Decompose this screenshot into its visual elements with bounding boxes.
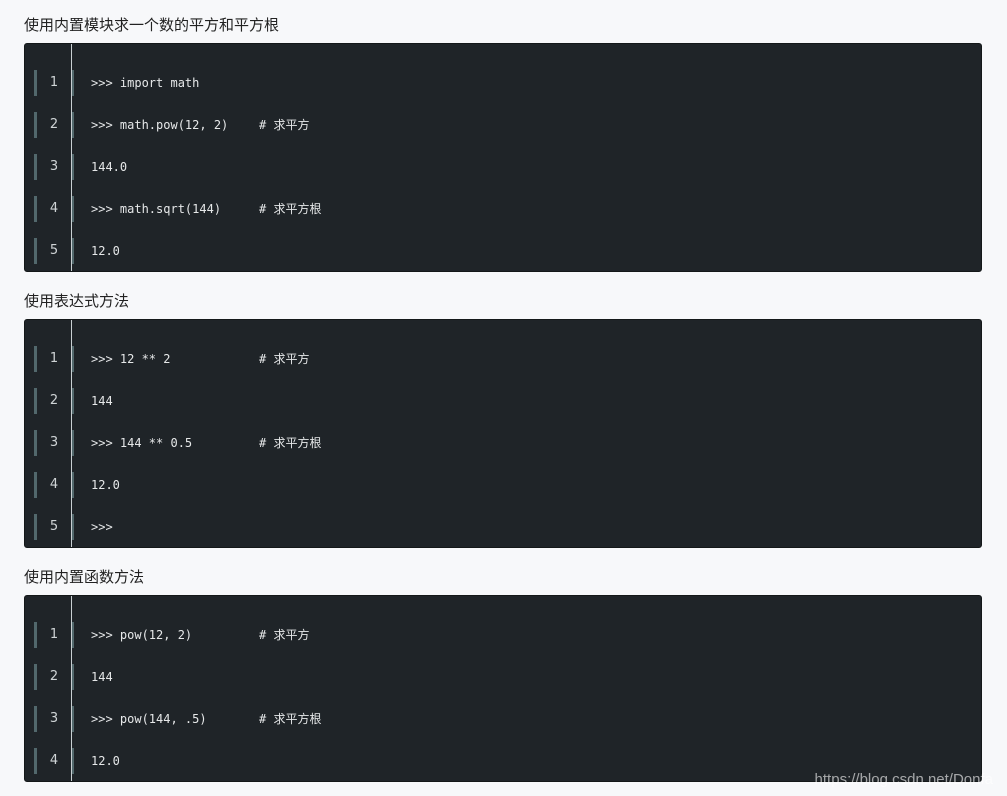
gutter-bar bbox=[72, 70, 74, 96]
code-comment: # 求平方 bbox=[259, 628, 310, 642]
code-text: >>> 144 ** 0.5 bbox=[91, 436, 193, 450]
gutter-bar bbox=[34, 196, 37, 222]
code-text: 144 bbox=[91, 394, 113, 408]
gutter-bar bbox=[72, 196, 74, 222]
code-text: >>> math.pow(12, 2) bbox=[91, 118, 229, 132]
gutter-bar bbox=[34, 388, 37, 414]
section-title-expression: 使用表达式方法 bbox=[24, 292, 130, 310]
gutter-bar bbox=[72, 430, 74, 456]
code-comment: # 求平方 bbox=[259, 118, 310, 132]
section-title-builtin-function: 使用内置函数方法 bbox=[24, 568, 145, 586]
code-comment: # 求平方根 bbox=[259, 712, 322, 726]
gutter-bar bbox=[34, 664, 37, 690]
code-line: 1 >>> import math bbox=[25, 70, 981, 96]
code-line: 3 >>> pow(144, .5) # 求平方根 bbox=[25, 706, 981, 732]
line-number: 4 bbox=[49, 201, 59, 216]
code-block-builtin-module: 1 >>> import math 2 >>> math.pow(12, 2) … bbox=[24, 43, 982, 272]
line-number: 3 bbox=[49, 159, 59, 174]
code-line: 2 144 bbox=[25, 664, 981, 690]
line-number: 1 bbox=[49, 351, 59, 366]
gutter-bar bbox=[72, 112, 74, 138]
line-number: 5 bbox=[49, 519, 59, 534]
gutter-bar bbox=[34, 622, 37, 648]
section-title-builtin-module: 使用内置模块求一个数的平方和平方根 bbox=[24, 16, 280, 34]
line-number: 3 bbox=[49, 711, 59, 726]
code-comment: # 求平方 bbox=[259, 352, 310, 366]
code-line: 1 >>> pow(12, 2) # 求平方 bbox=[25, 622, 981, 648]
code-text: 12.0 bbox=[91, 478, 120, 492]
code-comment: # 求平方根 bbox=[259, 436, 322, 450]
line-number: 2 bbox=[49, 117, 59, 132]
line-number: 4 bbox=[49, 477, 59, 492]
gutter-bar bbox=[34, 472, 37, 498]
gutter-bar bbox=[72, 238, 74, 264]
code-block-expression: 1 >>> 12 ** 2 # 求平方 2 144 3 >>> 144 ** 0… bbox=[24, 319, 982, 548]
line-number: 2 bbox=[49, 669, 59, 684]
code-text: >>> pow(144, .5) bbox=[91, 712, 207, 726]
code-line: 2 144 bbox=[25, 388, 981, 414]
code-line: 5 12.0 bbox=[25, 238, 981, 264]
gutter-bar bbox=[72, 154, 74, 180]
line-number: 1 bbox=[49, 75, 59, 90]
code-text: >>> math.sqrt(144) bbox=[91, 202, 222, 216]
code-line: 2 >>> math.pow(12, 2) # 求平方 bbox=[25, 112, 981, 138]
code-text: >>> bbox=[91, 520, 113, 534]
gutter-bar bbox=[34, 238, 37, 264]
code-text: >>> pow(12, 2) bbox=[91, 628, 193, 642]
code-text: >>> import math bbox=[91, 76, 200, 90]
line-number: 4 bbox=[49, 753, 59, 768]
gutter-bar bbox=[72, 514, 74, 540]
code-text: >>> 12 ** 2 bbox=[91, 352, 171, 366]
code-text: 144.0 bbox=[91, 160, 128, 174]
gutter-bar bbox=[72, 706, 74, 732]
gutter-bar bbox=[72, 346, 74, 372]
code-text: 12.0 bbox=[91, 244, 120, 258]
watermark-text: https://blog.csdn.net/Donfa bbox=[814, 771, 993, 788]
gutter-bar bbox=[72, 664, 74, 690]
gutter-bar bbox=[34, 112, 37, 138]
gutter-bar bbox=[34, 70, 37, 96]
line-number: 1 bbox=[49, 627, 59, 642]
gutter-bar bbox=[34, 706, 37, 732]
line-number: 2 bbox=[49, 393, 59, 408]
gutter-bar bbox=[34, 514, 37, 540]
line-number: 3 bbox=[49, 435, 59, 450]
code-line: 5 >>> bbox=[25, 514, 981, 540]
gutter-bar bbox=[72, 748, 74, 774]
code-line: 4 >>> math.sqrt(144) # 求平方根 bbox=[25, 196, 981, 222]
gutter-bar bbox=[34, 346, 37, 372]
gutter-bar bbox=[72, 472, 74, 498]
gutter-bar bbox=[72, 622, 74, 648]
code-comment: # 求平方根 bbox=[259, 202, 322, 216]
code-line: 4 12.0 bbox=[25, 472, 981, 498]
code-line: 3 144.0 bbox=[25, 154, 981, 180]
gutter-bar bbox=[34, 154, 37, 180]
gutter-bar bbox=[34, 430, 37, 456]
code-line: 3 >>> 144 ** 0.5 # 求平方根 bbox=[25, 430, 981, 456]
gutter-bar bbox=[34, 748, 37, 774]
gutter-bar bbox=[72, 388, 74, 414]
line-number: 5 bbox=[49, 243, 59, 258]
code-line: 1 >>> 12 ** 2 # 求平方 bbox=[25, 346, 981, 372]
code-text: 12.0 bbox=[91, 754, 120, 768]
code-text: 144 bbox=[91, 670, 113, 684]
code-block-builtin-function: 1 >>> pow(12, 2) # 求平方 2 144 3 >>> pow(1… bbox=[24, 595, 982, 782]
